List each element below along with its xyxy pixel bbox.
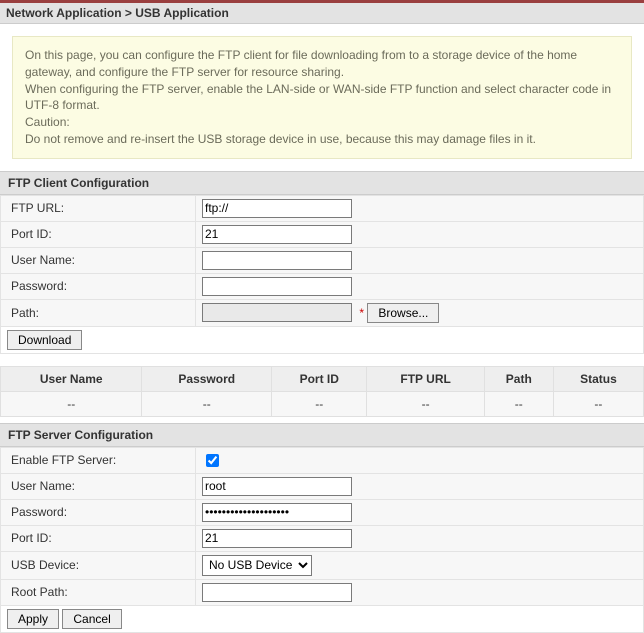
client-path-label: Path: <box>1 299 196 326</box>
enable-ftp-label: Enable FTP Server: <box>1 447 196 473</box>
info-box: On this page, you can configure the FTP … <box>12 36 632 159</box>
client-username-input[interactable] <box>202 251 352 270</box>
th-portid: Port ID <box>272 366 367 391</box>
server-password-label: Password: <box>1 499 196 525</box>
client-password-input[interactable] <box>202 277 352 296</box>
ftp-client-section-header: FTP Client Configuration <box>0 171 644 195</box>
client-username-label: User Name: <box>1 247 196 273</box>
th-status: Status <box>553 366 643 391</box>
client-path-input <box>202 303 352 322</box>
browse-button[interactable]: Browse... <box>367 303 439 323</box>
enable-ftp-checkbox[interactable] <box>206 454 219 467</box>
breadcrumb: Network Application > USB Application <box>0 3 644 24</box>
ftp-server-section-header: FTP Server Configuration <box>0 423 644 447</box>
th-ftpurl: FTP URL <box>367 366 484 391</box>
usb-device-label: USB Device: <box>1 551 196 579</box>
apply-button[interactable]: Apply <box>7 609 59 629</box>
root-path-label: Root Path: <box>1 579 196 605</box>
cancel-button[interactable]: Cancel <box>62 609 121 629</box>
ftp-url-label: FTP URL: <box>1 195 196 221</box>
root-path-input[interactable] <box>202 583 352 602</box>
usb-device-select[interactable]: No USB Device <box>202 555 312 576</box>
client-password-label: Password: <box>1 273 196 299</box>
table-row: -- -- -- -- -- -- <box>1 391 644 416</box>
download-button[interactable]: Download <box>7 330 82 350</box>
client-port-id-input[interactable] <box>202 225 352 244</box>
server-username-input[interactable] <box>202 477 352 496</box>
th-username: User Name <box>1 366 142 391</box>
ftp-url-input[interactable] <box>202 199 352 218</box>
ftp-client-form: FTP URL: Port ID: User Name: Password: P… <box>0 195 644 354</box>
ftp-server-form: Enable FTP Server: User Name: Password: … <box>0 447 644 633</box>
server-port-id-label: Port ID: <box>1 525 196 551</box>
th-password: Password <box>142 366 272 391</box>
ftp-client-status-table: User Name Password Port ID FTP URL Path … <box>0 366 644 417</box>
server-password-input[interactable] <box>202 503 352 522</box>
required-asterisk: * <box>359 306 364 320</box>
server-username-label: User Name: <box>1 473 196 499</box>
client-port-id-label: Port ID: <box>1 221 196 247</box>
th-path: Path <box>484 366 553 391</box>
